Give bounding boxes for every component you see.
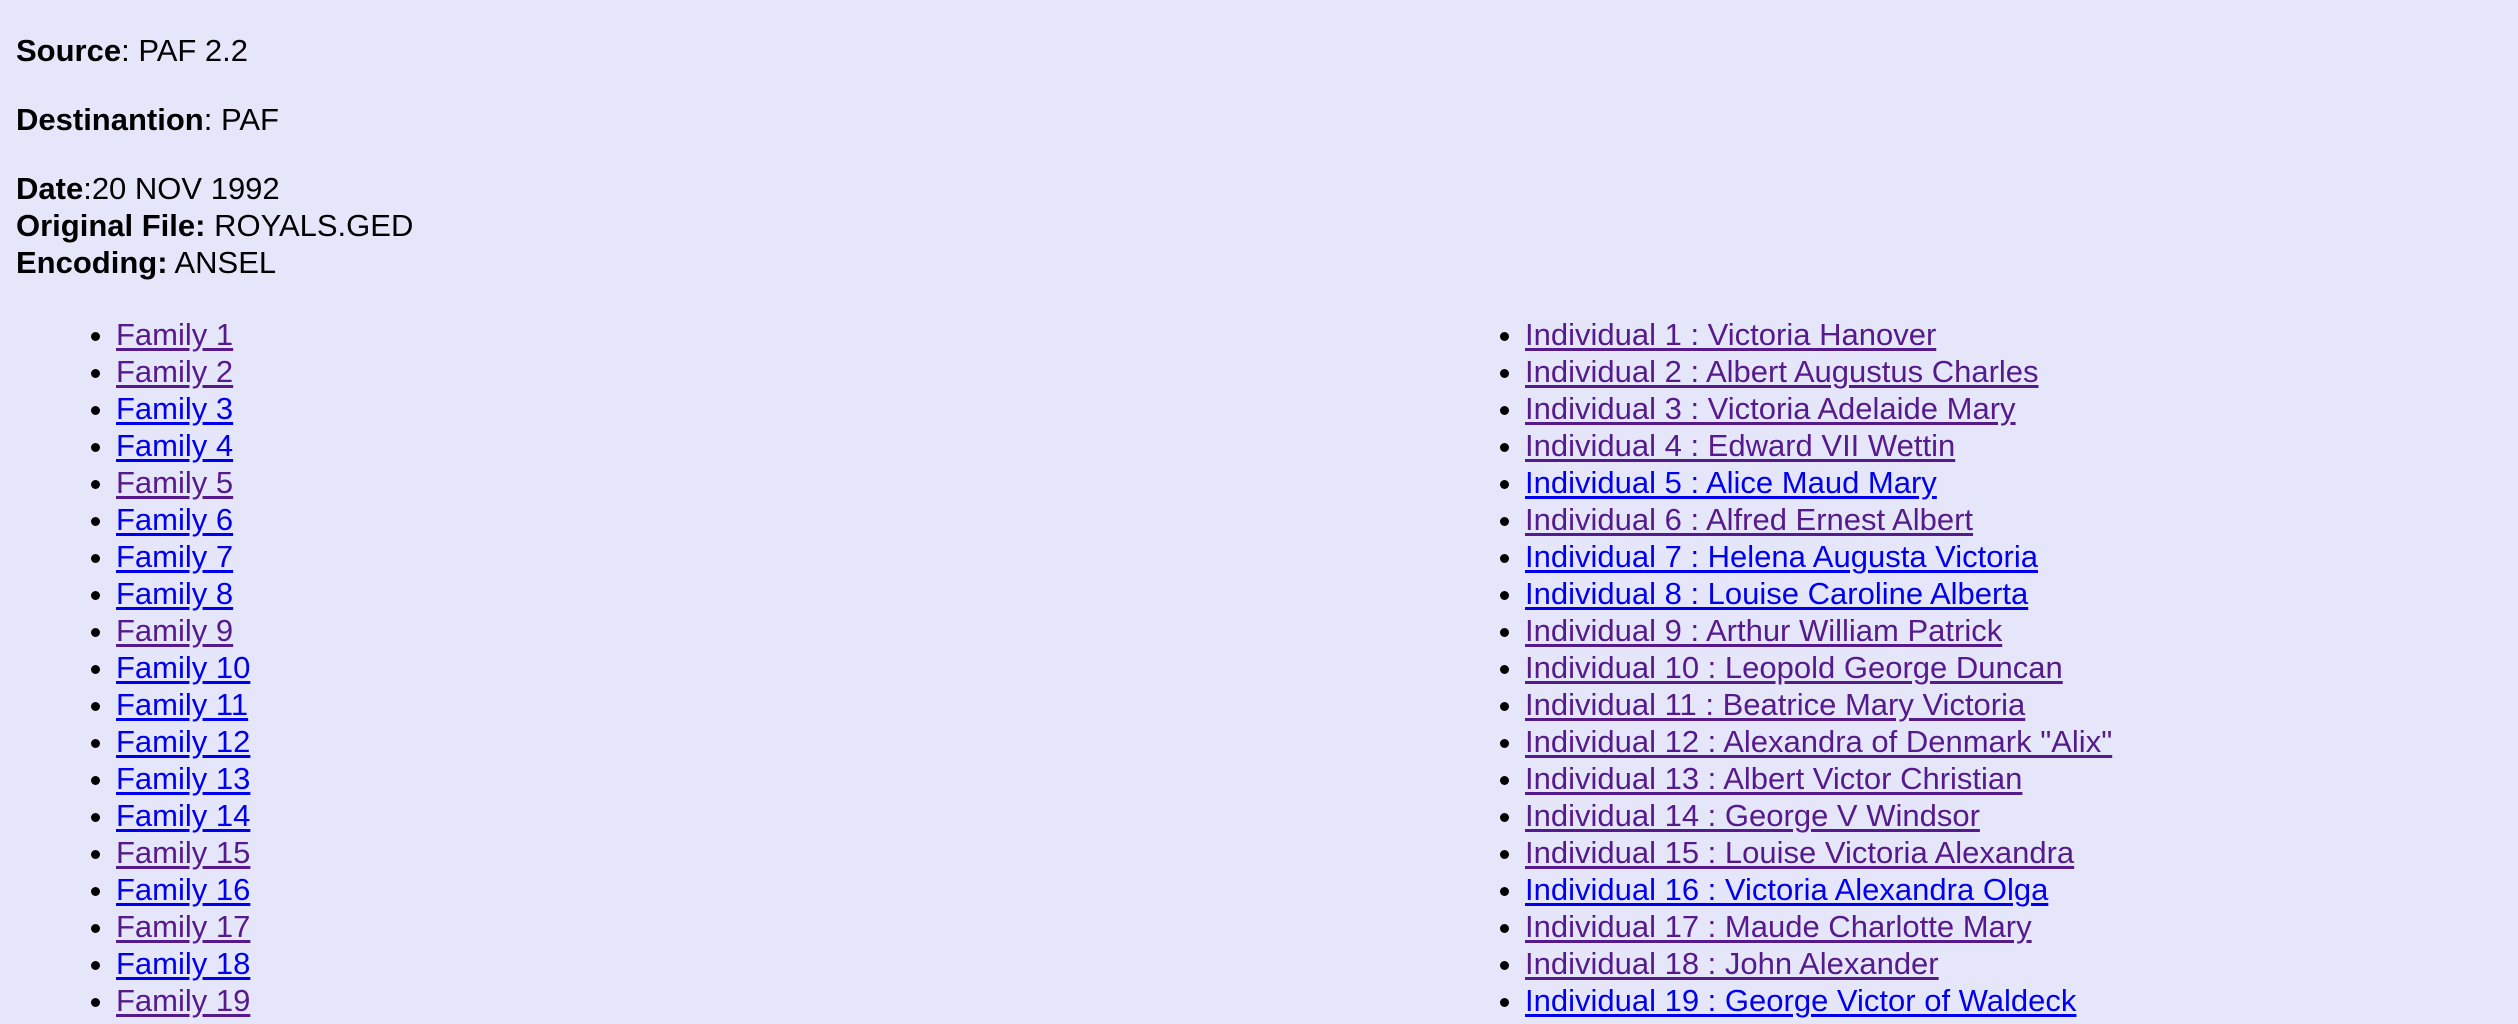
destination-label: Destinantion	[16, 102, 204, 137]
individual-link[interactable]: Individual 11 : Beatrice Mary Victoria	[1525, 687, 2025, 722]
individual-link[interactable]: Individual 18 : John Alexander	[1525, 946, 1939, 981]
family-list-item: Family 12	[116, 723, 250, 760]
family-list-item: Family 3	[116, 390, 250, 427]
individual-link[interactable]: Individual 17 : Maude Charlotte Mary	[1525, 909, 2032, 944]
encoding-label: Encoding:	[16, 245, 168, 280]
individual-link[interactable]: Individual 19 : George Victor of Waldeck	[1525, 983, 2076, 1018]
family-list-item: Family 19	[116, 982, 250, 1019]
family-link[interactable]: Family 19	[116, 983, 250, 1018]
family-link[interactable]: Family 10	[116, 650, 250, 685]
encoding-value: ANSEL	[167, 245, 277, 280]
family-list-item: Family 11	[116, 686, 250, 723]
family-link[interactable]: Family 11	[116, 687, 248, 722]
individual-list: Individual 1 : Victoria HanoverIndividua…	[1425, 316, 2112, 1019]
individual-list-item: Individual 11 : Beatrice Mary Victoria	[1525, 686, 2112, 723]
individual-link[interactable]: Individual 9 : Arthur William Patrick	[1525, 613, 2002, 648]
date-label: Date	[16, 171, 84, 206]
family-list-item: Family 6	[116, 501, 250, 538]
family-list-item: Family 17	[116, 908, 250, 945]
individual-link[interactable]: Individual 10 : Leopold George Duncan	[1525, 650, 2063, 685]
individual-list-item: Individual 2 : Albert Augustus Charles	[1525, 353, 2112, 390]
individual-link[interactable]: Individual 3 : Victoria Adelaide Mary	[1525, 391, 2016, 426]
source-value: : PAF 2.2	[121, 33, 249, 68]
individual-link[interactable]: Individual 15 : Louise Victoria Alexandr…	[1525, 835, 2074, 870]
family-list-item: Family 4	[116, 427, 250, 464]
source-label: Source	[16, 33, 122, 68]
individual-list-item: Individual 17 : Maude Charlotte Mary	[1525, 908, 2112, 945]
family-list-item: Family 8	[116, 575, 250, 612]
family-link[interactable]: Family 17	[116, 909, 250, 944]
individual-list-item: Individual 15 : Louise Victoria Alexandr…	[1525, 834, 2112, 871]
file-metadata: Source: PAF 2.2 Destinantion: PAF Date:2…	[16, 0, 413, 281]
individual-link[interactable]: Individual 12 : Alexandra of Denmark "Al…	[1525, 724, 2112, 759]
individual-list-item: Individual 10 : Leopold George Duncan	[1525, 649, 2112, 686]
family-list-item: Family 2	[116, 353, 250, 390]
destination-value: : PAF	[203, 102, 279, 137]
individual-list-item: Individual 4 : Edward VII Wettin	[1525, 427, 2112, 464]
family-list-item: Family 16	[116, 871, 250, 908]
date-line: Date:20 NOV 1992	[16, 170, 413, 207]
family-list-item: Family 7	[116, 538, 250, 575]
individual-link[interactable]: Individual 8 : Louise Caroline Alberta	[1525, 576, 2028, 611]
individual-list-item: Individual 7 : Helena Augusta Victoria	[1525, 538, 2112, 575]
family-link[interactable]: Family 7	[116, 539, 233, 574]
family-link[interactable]: Family 5	[116, 465, 233, 500]
family-link[interactable]: Family 2	[116, 354, 233, 389]
family-list-item: Family 10	[116, 649, 250, 686]
individual-list-item: Individual 19 : George Victor of Waldeck	[1525, 982, 2112, 1019]
destination-line: Destinantion: PAF	[16, 101, 413, 138]
family-link[interactable]: Family 6	[116, 502, 233, 537]
individual-link[interactable]: Individual 13 : Albert Victor Christian	[1525, 761, 2022, 796]
individual-link[interactable]: Individual 14 : George V Windsor	[1525, 798, 1980, 833]
family-link[interactable]: Family 8	[116, 576, 233, 611]
source-line: Source: PAF 2.2	[16, 32, 413, 69]
family-link[interactable]: Family 14	[116, 798, 250, 833]
encoding-line: Encoding: ANSEL	[16, 244, 413, 281]
individual-list-item: Individual 12 : Alexandra of Denmark "Al…	[1525, 723, 2112, 760]
individual-list-item: Individual 9 : Arthur William Patrick	[1525, 612, 2112, 649]
family-list-item: Family 18	[116, 945, 250, 982]
family-link[interactable]: Family 15	[116, 835, 250, 870]
individual-list-item: Individual 3 : Victoria Adelaide Mary	[1525, 390, 2112, 427]
family-link[interactable]: Family 4	[116, 428, 233, 463]
individual-list-item: Individual 6 : Alfred Ernest Albert	[1525, 501, 2112, 538]
individual-list-item: Individual 14 : George V Windsor	[1525, 797, 2112, 834]
family-link[interactable]: Family 16	[116, 872, 250, 907]
individual-link[interactable]: Individual 5 : Alice Maud Mary	[1525, 465, 1937, 500]
individual-list-item: Individual 5 : Alice Maud Mary	[1525, 464, 2112, 501]
individual-list-item: Individual 16 : Victoria Alexandra Olga	[1525, 871, 2112, 908]
date-value: :20 NOV 1992	[83, 171, 280, 206]
individual-list-item: Individual 1 : Victoria Hanover	[1525, 316, 2112, 353]
family-link[interactable]: Family 12	[116, 724, 250, 759]
individual-link[interactable]: Individual 6 : Alfred Ernest Albert	[1525, 502, 1973, 537]
original-file-line: Original File: ROYALS.GED	[16, 207, 413, 244]
individual-link[interactable]: Individual 4 : Edward VII Wettin	[1525, 428, 1955, 463]
family-link[interactable]: Family 3	[116, 391, 233, 426]
individual-link[interactable]: Individual 7 : Helena Augusta Victoria	[1525, 539, 2038, 574]
family-list-item: Family 5	[116, 464, 250, 501]
family-list-item: Family 9	[116, 612, 250, 649]
family-list-item: Family 14	[116, 797, 250, 834]
family-list-item: Family 13	[116, 760, 250, 797]
family-link[interactable]: Family 13	[116, 761, 250, 796]
family-link[interactable]: Family 1	[116, 317, 233, 352]
family-list-item: Family 15	[116, 834, 250, 871]
family-link[interactable]: Family 18	[116, 946, 250, 981]
individual-list-item: Individual 8 : Louise Caroline Alberta	[1525, 575, 2112, 612]
individual-list-item: Individual 13 : Albert Victor Christian	[1525, 760, 2112, 797]
original-file-value: ROYALS.GED	[205, 208, 414, 243]
individual-list-item: Individual 18 : John Alexander	[1525, 945, 2112, 982]
individual-link[interactable]: Individual 16 : Victoria Alexandra Olga	[1525, 872, 2048, 907]
family-link[interactable]: Family 9	[116, 613, 233, 648]
original-file-label: Original File:	[16, 208, 206, 243]
family-list: Family 1Family 2Family 3Family 4Family 5…	[16, 316, 250, 1019]
individual-link[interactable]: Individual 2 : Albert Augustus Charles	[1525, 354, 2039, 389]
individual-link[interactable]: Individual 1 : Victoria Hanover	[1525, 317, 1936, 352]
family-list-item: Family 1	[116, 316, 250, 353]
